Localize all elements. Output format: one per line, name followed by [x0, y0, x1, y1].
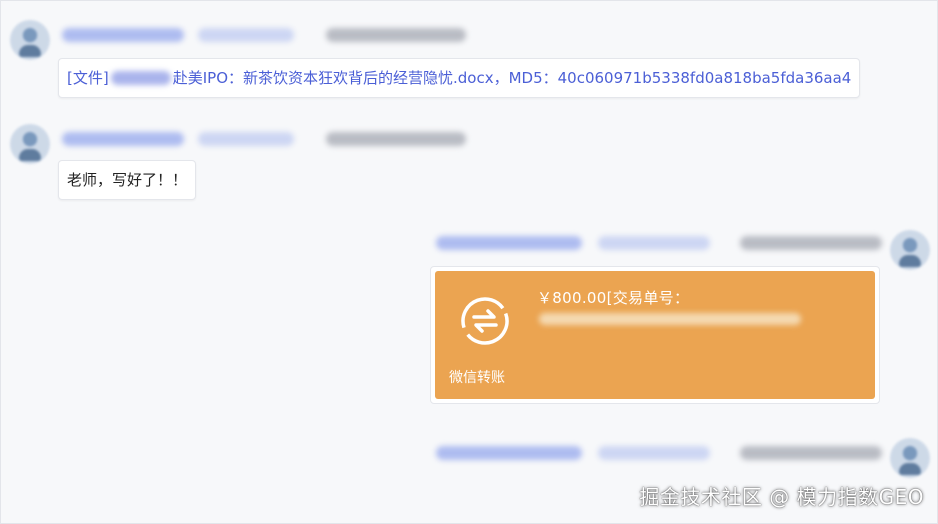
text-message-bubble[interactable]: 老师，写好了！！ [58, 160, 197, 200]
file-tag: [文件] [67, 69, 109, 87]
file-message-bubble[interactable]: [文件] 赴美IPO：新茶饮资本狂欢背后的经营隐忧.docx，MD5：40c060… [58, 58, 861, 98]
transaction-id-redacted [539, 313, 801, 325]
message-time-redacted [326, 132, 466, 146]
wechat-transfer-card[interactable]: ￥800.00[交易单号： 微信转账 [435, 271, 875, 399]
receiver-name-redacted [436, 236, 582, 250]
message-text: 老师，写好了！！ [67, 171, 188, 189]
receiver-avatar[interactable] [890, 230, 930, 270]
receiver-name-redacted [436, 446, 582, 460]
file-name-and-md5: 赴美IPO：新茶饮资本狂欢背后的经营隐忧.docx，MD5：40c060971b… [172, 69, 852, 87]
transfer-amount: ￥800.00[交易单号： [537, 289, 690, 307]
sender-handle-redacted [198, 28, 294, 42]
watermark-text: 掘金技术社区 @ 模力指数GEO [639, 485, 924, 509]
receiver-handle-redacted [598, 446, 710, 460]
sender-name-redacted [62, 132, 184, 146]
receiver-handle-redacted [598, 236, 710, 250]
sender-avatar[interactable] [10, 20, 50, 60]
sender-handle-redacted [198, 132, 294, 146]
message-time-redacted [740, 446, 882, 460]
transfer-label: 微信转账 [449, 370, 505, 386]
receiver-avatar[interactable] [890, 438, 930, 478]
message-time-redacted [326, 28, 466, 42]
transfer-arrows-icon [461, 297, 509, 345]
sender-avatar[interactable] [10, 124, 50, 164]
redacted-filename-part [110, 71, 171, 85]
transfer-message-bubble[interactable]: ￥800.00[交易单号： 微信转账 [430, 266, 880, 404]
message-time-redacted [740, 236, 882, 250]
sender-name-redacted [62, 28, 184, 42]
